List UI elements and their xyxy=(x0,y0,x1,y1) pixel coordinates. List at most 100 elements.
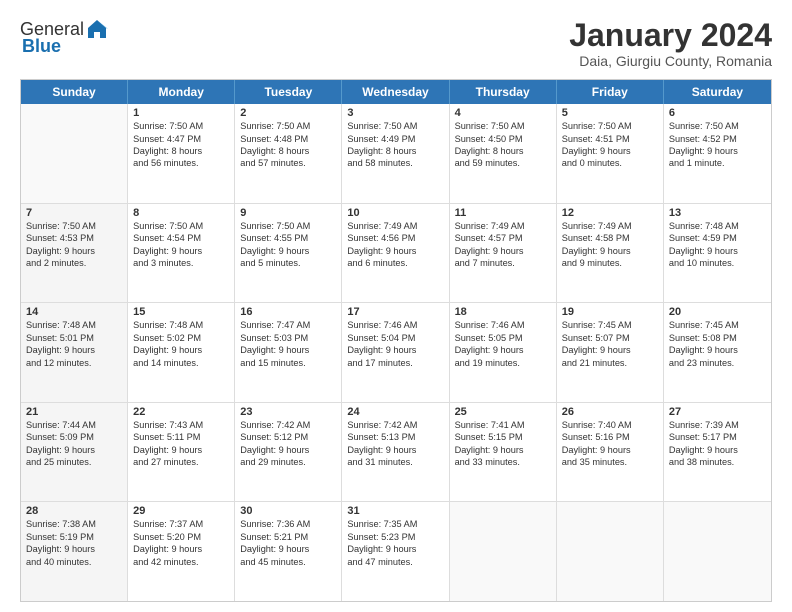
cell-line: Sunrise: 7:48 AM xyxy=(133,319,229,331)
cell-line: Sunset: 4:49 PM xyxy=(347,133,443,145)
cell-line: Sunrise: 7:46 AM xyxy=(455,319,551,331)
cell-line: and 23 minutes. xyxy=(669,357,766,369)
page-subtitle: Daia, Giurgiu County, Romania xyxy=(569,53,772,69)
day-number: 28 xyxy=(26,505,122,517)
cell-line: Daylight: 9 hours xyxy=(133,245,229,257)
day-number: 29 xyxy=(133,505,229,517)
cell-line: Sunset: 5:16 PM xyxy=(562,431,658,443)
cell-line: Daylight: 9 hours xyxy=(240,245,336,257)
calendar-cell: 23Sunrise: 7:42 AMSunset: 5:12 PMDayligh… xyxy=(235,403,342,502)
day-number: 25 xyxy=(455,406,551,418)
cell-line: Sunset: 5:19 PM xyxy=(26,531,122,543)
day-number: 10 xyxy=(347,207,443,219)
cell-line: Daylight: 9 hours xyxy=(562,344,658,356)
calendar-cell: 18Sunrise: 7:46 AMSunset: 5:05 PMDayligh… xyxy=(450,303,557,402)
cell-line: Daylight: 9 hours xyxy=(455,344,551,356)
cell-line: Sunrise: 7:49 AM xyxy=(562,220,658,232)
cell-line: and 42 minutes. xyxy=(133,556,229,568)
calendar-cell: 14Sunrise: 7:48 AMSunset: 5:01 PMDayligh… xyxy=(21,303,128,402)
cell-line: Daylight: 9 hours xyxy=(133,444,229,456)
cell-line: and 45 minutes. xyxy=(240,556,336,568)
cell-line: Sunrise: 7:39 AM xyxy=(669,419,766,431)
day-number: 6 xyxy=(669,107,766,119)
cell-line: and 31 minutes. xyxy=(347,456,443,468)
cell-line: Sunrise: 7:50 AM xyxy=(562,120,658,132)
calendar-cell: 3Sunrise: 7:50 AMSunset: 4:49 PMDaylight… xyxy=(342,104,449,203)
day-number: 4 xyxy=(455,107,551,119)
cell-line: Sunrise: 7:43 AM xyxy=(133,419,229,431)
calendar-row: 7Sunrise: 7:50 AMSunset: 4:53 PMDaylight… xyxy=(21,204,771,304)
calendar-cell: 26Sunrise: 7:40 AMSunset: 5:16 PMDayligh… xyxy=(557,403,664,502)
calendar: SundayMondayTuesdayWednesdayThursdayFrid… xyxy=(20,79,772,602)
cell-line: Sunset: 4:58 PM xyxy=(562,232,658,244)
day-number: 30 xyxy=(240,505,336,517)
cell-line: Sunrise: 7:49 AM xyxy=(455,220,551,232)
cell-line: Sunrise: 7:50 AM xyxy=(455,120,551,132)
cell-line: Daylight: 9 hours xyxy=(240,444,336,456)
logo-blue-text: Blue xyxy=(22,36,61,57)
cell-line: Sunset: 5:21 PM xyxy=(240,531,336,543)
day-number: 20 xyxy=(669,306,766,318)
cell-line: Sunset: 5:20 PM xyxy=(133,531,229,543)
cell-line: Sunrise: 7:50 AM xyxy=(26,220,122,232)
cell-line: and 9 minutes. xyxy=(562,257,658,269)
cell-line: Sunrise: 7:42 AM xyxy=(347,419,443,431)
cell-line: Daylight: 8 hours xyxy=(133,145,229,157)
cell-line: and 35 minutes. xyxy=(562,456,658,468)
cell-line: Sunset: 5:02 PM xyxy=(133,332,229,344)
calendar-cell: 1Sunrise: 7:50 AMSunset: 4:47 PMDaylight… xyxy=(128,104,235,203)
cell-line: Sunset: 4:53 PM xyxy=(26,232,122,244)
page-title: January 2024 xyxy=(569,18,772,53)
cell-line: Sunrise: 7:45 AM xyxy=(669,319,766,331)
cell-line: Sunrise: 7:48 AM xyxy=(26,319,122,331)
cell-line: and 21 minutes. xyxy=(562,357,658,369)
calendar-cell: 11Sunrise: 7:49 AMSunset: 4:57 PMDayligh… xyxy=(450,204,557,303)
cell-line: Sunrise: 7:44 AM xyxy=(26,419,122,431)
cell-line: Sunset: 4:55 PM xyxy=(240,232,336,244)
calendar-cell: 20Sunrise: 7:45 AMSunset: 5:08 PMDayligh… xyxy=(664,303,771,402)
day-number: 1 xyxy=(133,107,229,119)
calendar-cell xyxy=(450,502,557,601)
day-number: 22 xyxy=(133,406,229,418)
day-number: 21 xyxy=(26,406,122,418)
cell-line: and 59 minutes. xyxy=(455,157,551,169)
calendar-cell: 17Sunrise: 7:46 AMSunset: 5:04 PMDayligh… xyxy=(342,303,449,402)
day-number: 14 xyxy=(26,306,122,318)
cell-line: Sunset: 5:15 PM xyxy=(455,431,551,443)
day-number: 26 xyxy=(562,406,658,418)
cell-line: Sunset: 4:51 PM xyxy=(562,133,658,145)
calendar-header: SundayMondayTuesdayWednesdayThursdayFrid… xyxy=(21,80,771,104)
cell-line: and 57 minutes. xyxy=(240,157,336,169)
calendar-cell: 2Sunrise: 7:50 AMSunset: 4:48 PMDaylight… xyxy=(235,104,342,203)
calendar-cell: 21Sunrise: 7:44 AMSunset: 5:09 PMDayligh… xyxy=(21,403,128,502)
calendar-cell: 7Sunrise: 7:50 AMSunset: 4:53 PMDaylight… xyxy=(21,204,128,303)
cell-line: and 40 minutes. xyxy=(26,556,122,568)
cell-line: Sunrise: 7:50 AM xyxy=(133,120,229,132)
calendar-cell: 19Sunrise: 7:45 AMSunset: 5:07 PMDayligh… xyxy=(557,303,664,402)
cell-line: Daylight: 9 hours xyxy=(669,245,766,257)
cell-line: Sunrise: 7:40 AM xyxy=(562,419,658,431)
cell-line: Daylight: 9 hours xyxy=(240,344,336,356)
cell-line: Sunrise: 7:50 AM xyxy=(133,220,229,232)
cell-line: Sunrise: 7:50 AM xyxy=(669,120,766,132)
calendar-cell: 12Sunrise: 7:49 AMSunset: 4:58 PMDayligh… xyxy=(557,204,664,303)
calendar-cell: 30Sunrise: 7:36 AMSunset: 5:21 PMDayligh… xyxy=(235,502,342,601)
cell-line: Sunrise: 7:42 AM xyxy=(240,419,336,431)
cell-line: Daylight: 9 hours xyxy=(455,245,551,257)
calendar-row: 14Sunrise: 7:48 AMSunset: 5:01 PMDayligh… xyxy=(21,303,771,403)
cell-line: and 7 minutes. xyxy=(455,257,551,269)
cell-line: Daylight: 8 hours xyxy=(347,145,443,157)
calendar-cell: 8Sunrise: 7:50 AMSunset: 4:54 PMDaylight… xyxy=(128,204,235,303)
cell-line: Sunset: 4:47 PM xyxy=(133,133,229,145)
calendar-cell: 10Sunrise: 7:49 AMSunset: 4:56 PMDayligh… xyxy=(342,204,449,303)
day-number: 7 xyxy=(26,207,122,219)
cell-line: Daylight: 9 hours xyxy=(562,145,658,157)
calendar-cell: 28Sunrise: 7:38 AMSunset: 5:19 PMDayligh… xyxy=(21,502,128,601)
day-number: 3 xyxy=(347,107,443,119)
day-number: 31 xyxy=(347,505,443,517)
cell-line: and 47 minutes. xyxy=(347,556,443,568)
cell-line: Sunrise: 7:50 AM xyxy=(347,120,443,132)
cell-line: Daylight: 9 hours xyxy=(26,245,122,257)
cell-line: Sunset: 4:50 PM xyxy=(455,133,551,145)
header: General Blue January 2024 Daia, Giurgiu … xyxy=(20,18,772,69)
